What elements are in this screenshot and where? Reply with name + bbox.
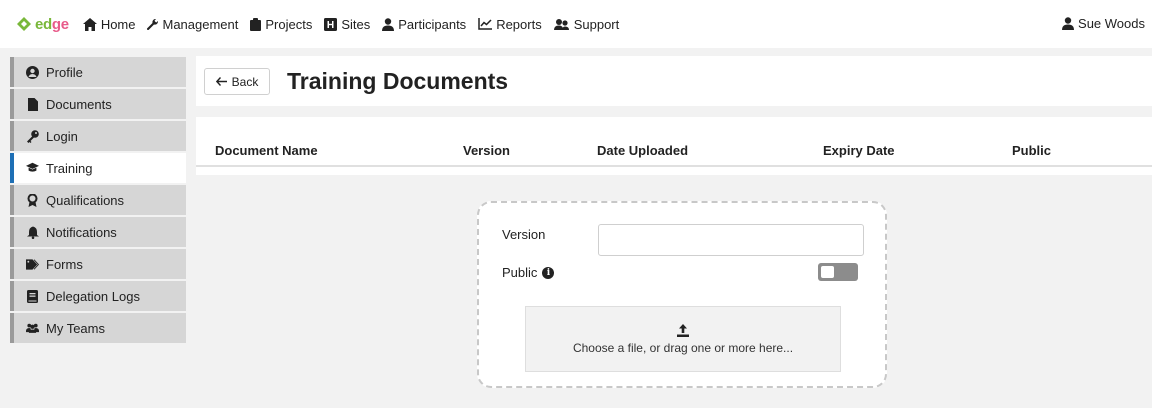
column-header-expiry-date[interactable]: Expiry Date [823,143,895,158]
file-icon [26,97,39,111]
sidebar-item-label: Training [46,160,93,176]
upload-form: Version Public i Choose a file, or drag … [477,201,887,388]
book-icon [26,289,39,303]
user-icon [382,17,395,31]
nav-projects[interactable]: Projects [250,17,312,32]
nav-sites[interactable]: Sites [324,17,370,32]
sidebar-item-label: Forms [46,256,83,272]
sidebar-item-label: Profile [46,64,83,80]
clipboard-icon [250,17,262,31]
column-header-public[interactable]: Public [1012,143,1051,158]
wrench-icon [146,18,158,30]
nav-participants[interactable]: Participants [382,17,466,32]
certificate-icon [26,193,39,207]
back-button[interactable]: Back [204,68,270,95]
sidebar-item-my-teams[interactable]: My Teams [10,313,186,343]
graduation-cap-icon [26,162,39,175]
sidebar-item-documents[interactable]: Documents [10,89,186,119]
sidebar-item-label: Login [46,128,78,144]
user-name: Sue Woods [1078,16,1145,31]
file-dropzone[interactable]: Choose a file, or drag one or more here.… [525,306,841,372]
toggle-knob [821,266,834,278]
sidebar-item-label: Documents [46,96,112,112]
sidebar-item-qualifications[interactable]: Qualifications [10,185,186,215]
sidebar-item-notifications[interactable]: Notifications [10,217,186,247]
sidebar-item-training[interactable]: Training [10,153,186,183]
page-title: Training Documents [287,68,509,94]
public-toggle[interactable] [818,263,858,281]
sidebar-item-login[interactable]: Login [10,121,186,151]
documents-table: Document Name Version Date Uploaded Expi… [196,117,1152,175]
hospital-icon [324,17,338,31]
line-chart-icon [478,18,493,30]
table-header-divider [196,165,1152,167]
top-navbar: edge Home Management Projects Sites Part… [0,0,1152,48]
page-header: Back Training Documents [196,56,1152,106]
version-input[interactable] [598,224,864,256]
sidebar-item-label: Delegation Logs [46,288,140,304]
people-support-icon [553,18,569,30]
nav-support[interactable]: Support [553,17,619,32]
sidebar-item-label: Qualifications [46,192,125,208]
sidebar-item-delegation-logs[interactable]: Delegation Logs [10,281,186,311]
upload-icon [677,323,689,337]
users-icon [26,322,39,335]
bell-icon [26,226,39,239]
logo-text: edge [35,15,69,33]
public-label-row: Public i [502,265,555,280]
app-logo[interactable]: edge [16,16,69,33]
tag-icon [26,258,39,271]
sidebar-item-profile[interactable]: Profile [10,57,186,87]
dropzone-text: Choose a file, or drag one or more here.… [572,340,794,355]
user-icon [1062,17,1075,30]
sidebar-item-label: Notifications [46,224,117,240]
logo-mark-icon [16,16,32,32]
nav-home[interactable]: Home [82,17,136,32]
public-label: Public [502,265,538,280]
column-header-date-uploaded[interactable]: Date Uploaded [597,143,688,158]
sidebar: Profile Documents Login Training Qualifi… [10,57,186,345]
nav-management[interactable]: Management [146,17,238,32]
user-menu[interactable]: Sue Woods [1062,16,1145,31]
column-header-version[interactable]: Version [463,143,510,158]
sidebar-item-forms[interactable]: Forms [10,249,186,279]
home-icon [82,17,97,31]
version-label: Version [502,227,546,242]
info-icon[interactable]: i [542,266,555,279]
arrow-left-icon [215,77,227,86]
nav-reports[interactable]: Reports [478,17,542,32]
sidebar-item-label: My Teams [46,320,105,336]
key-icon [26,129,39,143]
column-header-document-name[interactable]: Document Name [215,143,318,158]
user-circle-icon [26,65,39,79]
